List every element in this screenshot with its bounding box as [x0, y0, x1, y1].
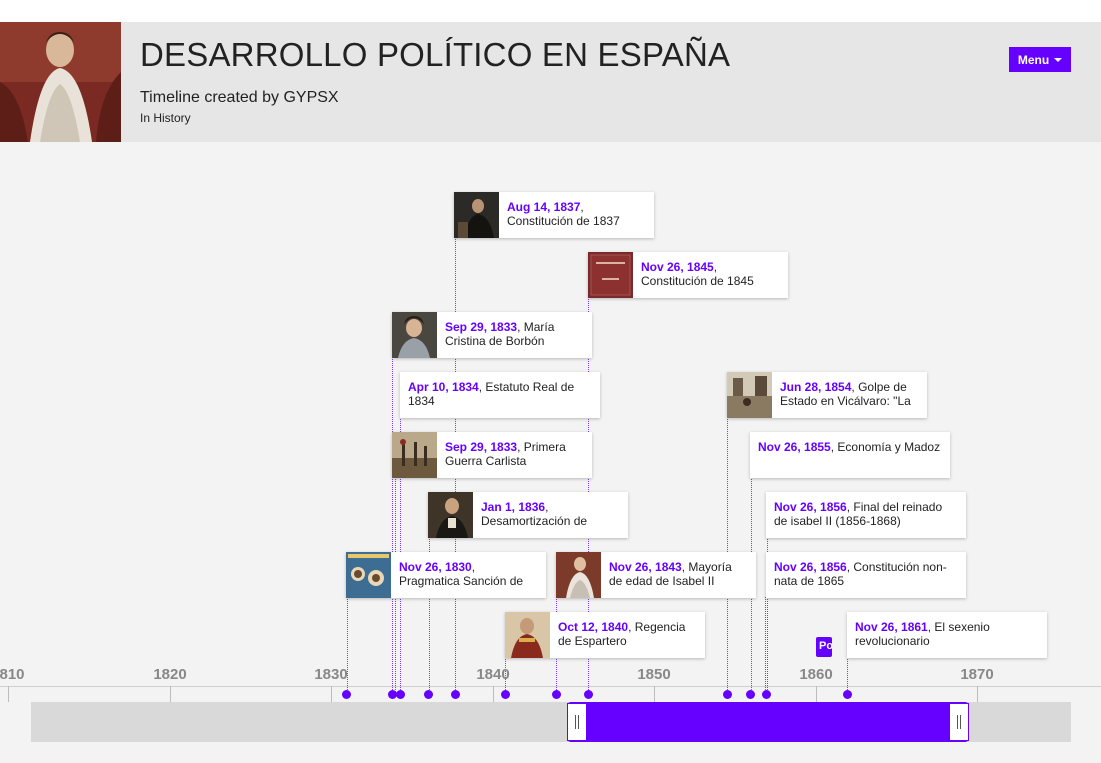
- event-marker-dot[interactable]: [451, 690, 460, 699]
- event-title: Desamortización de: [481, 514, 588, 528]
- event-thumbnail: [454, 192, 499, 238]
- event-date: Apr 10, 1834: [408, 380, 479, 394]
- event-thumbnail: [392, 312, 437, 358]
- event-marker-dot[interactable]: [762, 690, 771, 699]
- event-marker-dot[interactable]: [396, 690, 405, 699]
- event-text: Nov 26, 1861, El sexenio revolucionario: [855, 620, 990, 648]
- event-date: Nov 26, 1856: [774, 500, 847, 514]
- axis-year-label: 1850: [637, 666, 671, 683]
- event-marker-dot[interactable]: [424, 690, 433, 699]
- event-date: Nov 26, 1843: [609, 560, 682, 574]
- axis-year-label: 1820: [153, 666, 187, 683]
- event-date: Nov 26, 1855: [758, 440, 831, 454]
- event-text: Nov 26, 1845, Constitución de 1845: [641, 260, 754, 288]
- event-date: Nov 26, 1830: [399, 560, 472, 574]
- event-thumbnail: [588, 252, 633, 298]
- axis-year-label: 1870: [960, 666, 994, 683]
- axis-year-label: 1840: [476, 666, 510, 683]
- menu-button[interactable]: Menu: [1009, 47, 1071, 72]
- event-card[interactable]: Nov 26, 1861, El sexenio revolucionario: [847, 612, 1047, 658]
- menu-button-label: Menu: [1017, 52, 1050, 67]
- event-card[interactable]: Oct 12, 1840, Regencia de Espartero: [505, 612, 705, 658]
- navigator-right-handle[interactable]: [949, 703, 969, 741]
- event-date: Jan 1, 1836: [481, 500, 546, 514]
- event-thumbnail: [727, 372, 772, 418]
- event-card[interactable]: Nov 26, 1830, Pragmatica Sanción de: [346, 552, 546, 598]
- event-date: Nov 26, 1856: [774, 560, 847, 574]
- event-text: Nov 26, 1830, Pragmatica Sanción de: [399, 560, 524, 588]
- event-text: Nov 26, 1856, Constitución non-nata de 1…: [774, 560, 947, 588]
- event-marker-dot[interactable]: [342, 690, 351, 699]
- axis-tick: [8, 686, 9, 702]
- event-text: Apr 10, 1834, Estatuto Real de 1834: [408, 380, 575, 408]
- axis-tick: [331, 686, 332, 702]
- event-card[interactable]: Sep 29, 1833, María Cristina de Borbón: [392, 312, 592, 358]
- event-card[interactable]: Nov 26, 1856, Final del reinado de isabe…: [766, 492, 966, 538]
- event-card[interactable]: Nov 26, 1856, Constitución non-nata de 1…: [766, 552, 966, 598]
- navigator-selection-window[interactable]: [567, 702, 969, 742]
- event-marker-dot[interactable]: [723, 690, 732, 699]
- axis-tick: [654, 686, 655, 702]
- axis-tick: [977, 686, 978, 702]
- caret-down-icon: [1054, 57, 1063, 62]
- event-marker-dot[interactable]: [584, 690, 593, 699]
- event-title: Economía y Madoz: [837, 440, 941, 454]
- event-text: Jun 28, 1854, Golpe de Estado en Vicálva…: [780, 380, 911, 408]
- event-card[interactable]: Jan 1, 1836, Desamortización de: [428, 492, 628, 538]
- event-marker-dot[interactable]: [501, 690, 510, 699]
- event-marker-dot[interactable]: [746, 690, 755, 699]
- event-date: Nov 26, 1861: [855, 620, 928, 634]
- event-date: Oct 12, 1840: [558, 620, 629, 634]
- event-date: Sep 29, 1833: [445, 320, 518, 334]
- timeline-title: DESARROLLO POLÍTICO EN ESPAÑA: [140, 36, 731, 73]
- event-text: Nov 26, 1855, Economía y Madoz: [758, 440, 941, 454]
- event-date: Nov 26, 1845: [641, 260, 714, 274]
- event-text: Nov 26, 1856, Final del reinado de isabe…: [774, 500, 943, 528]
- event-marker-dot[interactable]: [552, 690, 561, 699]
- event-card[interactable]: Aug 14, 1837, Constitución de 1837: [454, 192, 654, 238]
- event-card[interactable]: Jun 28, 1854, Golpe de Estado en Vicálva…: [727, 372, 927, 418]
- event-card[interactable]: Nov 26, 1843, Mayoría de edad de Isabel …: [556, 552, 756, 598]
- event-text: Nov 26, 1843, Mayoría de edad de Isabel …: [609, 560, 732, 588]
- axis-year-label: 810: [0, 666, 25, 683]
- event-thumbnail: [392, 432, 437, 478]
- event-date: Aug 14, 1837: [507, 200, 581, 214]
- event-text: Aug 14, 1837, Constitución de 1837: [507, 200, 620, 228]
- event-card[interactable]: Apr 10, 1834, Estatuto Real de 1834: [400, 372, 600, 418]
- timeline-category-link[interactable]: In History: [140, 111, 191, 125]
- axis-tick: [493, 686, 494, 702]
- event-date: Jun 28, 1854: [780, 380, 852, 394]
- event-card[interactable]: Nov 26, 1845, Constitución de 1845: [588, 252, 788, 298]
- axis-year-label: 1860: [799, 666, 833, 683]
- axis-year-label: 1830: [314, 666, 348, 683]
- period-flag[interactable]: Po: [816, 637, 832, 657]
- event-marker-dot[interactable]: [843, 690, 852, 699]
- event-stem: [392, 357, 393, 694]
- axis-tick: [170, 686, 171, 702]
- event-date: Sep 29, 1833: [445, 440, 518, 454]
- event-thumbnail: [346, 552, 391, 598]
- timeline-header: DESARROLLO POLÍTICO EN ESPAÑA Timeline c…: [0, 22, 1101, 142]
- event-thumbnail: [428, 492, 473, 538]
- event-text: Oct 12, 1840, Regencia de Espartero: [558, 620, 686, 648]
- event-text: Sep 29, 1833, María Cristina de Borbón: [445, 320, 555, 348]
- event-stem: [847, 657, 848, 694]
- event-text: Sep 29, 1833, Primera Guerra Carlista: [445, 440, 566, 468]
- event-title: Constitución de 1845: [641, 274, 754, 288]
- top-strip: [0, 0, 1101, 22]
- event-stem: [765, 597, 766, 694]
- event-text: Jan 1, 1836, Desamortización de: [481, 500, 588, 528]
- event-card[interactable]: Nov 26, 1855, Economía y Madoz: [750, 432, 950, 478]
- timeline-canvas[interactable]: Aug 14, 1837, Constitución de 1837 Nov 2…: [0, 142, 1101, 763]
- timeline-axis: [0, 686, 1101, 687]
- event-title: Pragmatica Sanción de: [399, 574, 524, 588]
- cover-portrait-image: [0, 22, 121, 142]
- event-title: Constitución de 1837: [507, 214, 620, 228]
- navigator-left-handle[interactable]: [567, 703, 587, 741]
- event-thumbnail: [556, 552, 601, 598]
- event-thumbnail: [505, 612, 550, 658]
- axis-tick: [816, 686, 817, 702]
- timeline-creator: Timeline created by GYPSX: [140, 89, 339, 106]
- event-card[interactable]: Sep 29, 1833, Primera Guerra Carlista: [392, 432, 592, 478]
